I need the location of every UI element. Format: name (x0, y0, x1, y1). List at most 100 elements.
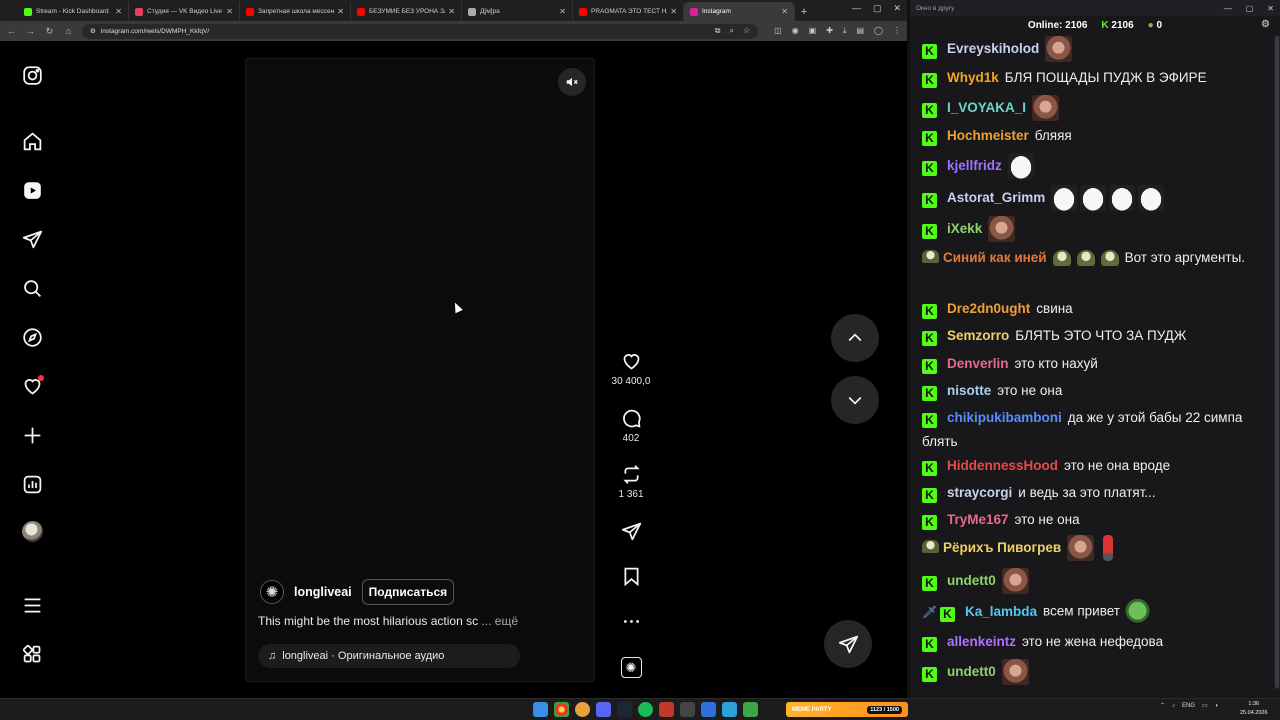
install-icon[interactable]: ⧉ (715, 26, 721, 36)
chat-username[interactable]: kjellfridz (947, 158, 1002, 173)
profile-icon[interactable]: ◯ (874, 26, 883, 36)
tab-close-icon[interactable]: ✕ (226, 7, 233, 16)
chat-username[interactable]: nisotte (947, 383, 991, 398)
settings-gear-icon[interactable]: ⚙ (1261, 19, 1270, 30)
site-info-icon[interactable]: ⚙ (90, 27, 96, 35)
messages-fab-button[interactable] (824, 620, 872, 668)
forward-icon[interactable]: → (25, 26, 36, 36)
also-from-meta-icon[interactable] (21, 643, 43, 665)
browser-tab[interactable]: Запретная школа мессенд...✕ (240, 2, 351, 21)
reload-icon[interactable]: ↻ (44, 26, 55, 37)
more-menu-icon[interactable] (21, 594, 43, 616)
chat-username[interactable]: Evreyskiholod (947, 41, 1039, 56)
chat-username[interactable]: straycorgi (947, 485, 1012, 500)
reel-audio-pill[interactable]: ♫ longliveai · Оригинальное аудио (258, 644, 520, 668)
create-plus-icon[interactable] (21, 424, 43, 446)
discord-icon[interactable] (596, 702, 611, 717)
app-icon[interactable] (659, 702, 674, 717)
like-heart-icon[interactable] (621, 351, 642, 372)
extension-icon[interactable]: ◉ (792, 26, 799, 36)
scrollbar-thumb[interactable] (1275, 36, 1279, 688)
new-tab-button[interactable]: + (795, 2, 813, 21)
chat-username[interactable]: Dre2dn0ught (947, 301, 1030, 316)
close-window-button[interactable]: ✕ (1267, 4, 1274, 13)
obs-icon[interactable] (680, 702, 695, 717)
browser-tab[interactable]: Студия — VK Видео Live ✕ (129, 2, 240, 21)
browser-tab[interactable]: Д[м]ра ✕ (462, 2, 573, 21)
chat-username[interactable]: undett0 (947, 573, 996, 588)
tab-close-icon[interactable]: ✕ (337, 7, 344, 16)
maximize-button[interactable]: ▢ (873, 3, 882, 14)
chat-username[interactable]: Denverlin (947, 356, 1009, 371)
browser-tab[interactable]: БЕЗУМИЕ БЕЗ УРОНА ЗА i ✕ (351, 2, 462, 21)
home-icon[interactable]: ⌂ (63, 26, 74, 36)
chat-username[interactable]: Рёрихъ Пивогрев (943, 540, 1061, 555)
reels-nav-icon[interactable] (21, 179, 43, 201)
chat-username[interactable]: allenkeintz (947, 634, 1016, 649)
minimize-button[interactable]: — (852, 3, 861, 14)
reel-video[interactable]: ✺ longliveai Подписаться This might be t… (245, 58, 595, 682)
maximize-button[interactable]: ▢ (1246, 4, 1254, 13)
mute-button[interactable] (558, 68, 586, 96)
share-icon[interactable] (621, 521, 642, 542)
author-avatar[interactable]: ✺ (260, 580, 284, 604)
tray-chevron-icon[interactable]: ⌃ (1160, 702, 1165, 709)
chat-username[interactable]: Semzorro (947, 328, 1009, 343)
start-button-icon[interactable] (533, 702, 548, 717)
chat-username[interactable]: TryMe167 (947, 512, 1009, 527)
next-reel-button[interactable] (831, 376, 879, 424)
browser-tab[interactable]: PRAGMATA ЭТО ТЕСТ НА Р...✕ (573, 2, 684, 21)
spotify-icon[interactable] (638, 702, 653, 717)
meme-party-widget[interactable]: MEME PARTY 1123 / 1500 (786, 702, 908, 717)
puzzle-icon[interactable]: ✚ (826, 26, 833, 36)
chat-message-list[interactable]: K Evreyskiholod K Whyd1k БЛЯ ПОЩАДЫ ПУДЖ В Э… (910, 36, 1274, 690)
messages-nav-icon[interactable] (21, 228, 43, 250)
chat-username[interactable]: I_VOYAKA_I (947, 100, 1026, 115)
extension-icon[interactable]: ▣ (809, 26, 817, 36)
follow-button[interactable]: Подписаться (361, 579, 455, 605)
chat-username[interactable]: Whyd1k (947, 70, 999, 85)
previous-reel-button[interactable] (831, 314, 879, 362)
dashboard-icon[interactable] (21, 473, 43, 495)
chat-username[interactable]: iXekk (947, 221, 982, 236)
chat-username[interactable]: Astorat_Grimm (947, 190, 1045, 205)
more-options-icon[interactable] (621, 611, 642, 632)
sidebar-icon[interactable]: ▤ (856, 26, 864, 36)
chat-username[interactable]: chikipukibamboni (947, 410, 1062, 425)
extension-icon[interactable]: ◫ (774, 26, 782, 36)
notifications-heart-icon[interactable] (21, 375, 44, 397)
tab-close-icon[interactable]: ✕ (670, 7, 677, 16)
telegram-icon[interactable] (722, 702, 737, 717)
browser-tab[interactable]: Stream - Kick Dashboard ✕ (18, 2, 129, 21)
download-icon[interactable]: ⤓ (843, 26, 847, 36)
yandex-icon[interactable] (575, 702, 590, 717)
chat-scrollbar[interactable] (1274, 36, 1280, 690)
address-bar[interactable]: ⚙ instagram.com/reels/DWMPH_KkfqV/ ⧉ ⌕ ☆ (82, 23, 759, 39)
explore-compass-icon[interactable] (21, 326, 43, 348)
steam-icon[interactable] (617, 702, 632, 717)
chat-username[interactable]: Синий как иней (943, 250, 1047, 265)
audio-thumbnail-icon[interactable]: ✺ (620, 657, 642, 678)
tab-close-icon[interactable]: ✕ (559, 7, 566, 16)
instagram-logo-icon[interactable] (21, 64, 43, 86)
author-username[interactable]: longliveai (294, 585, 352, 599)
comment-icon[interactable] (621, 408, 642, 429)
profile-avatar[interactable] (22, 521, 43, 542)
menu-icon[interactable]: ⋮ (893, 26, 901, 36)
chrome-icon[interactable] (554, 702, 569, 717)
browser-tab[interactable]: Instagram ✕ (684, 2, 795, 21)
caption-more-link[interactable]: ... ещё (481, 614, 518, 628)
app-icon[interactable] (701, 702, 716, 717)
back-icon[interactable]: ← (6, 26, 17, 36)
bookmark-icon[interactable] (621, 566, 642, 587)
tab-close-icon[interactable]: ✕ (781, 7, 788, 16)
microphone-icon[interactable]: ♪ (1172, 703, 1175, 709)
language-indicator[interactable]: ENG (1182, 703, 1195, 709)
chat-username[interactable]: Ka_lambda (965, 604, 1037, 619)
network-icon[interactable]: ▭ (1202, 702, 1208, 709)
volume-icon[interactable]: ◖ (1215, 703, 1219, 709)
close-window-button[interactable]: ✕ (893, 3, 901, 14)
search-icon[interactable] (21, 277, 43, 299)
tab-close-icon[interactable]: ✕ (115, 7, 122, 16)
chat-username[interactable]: HiddennessHood (947, 458, 1058, 473)
